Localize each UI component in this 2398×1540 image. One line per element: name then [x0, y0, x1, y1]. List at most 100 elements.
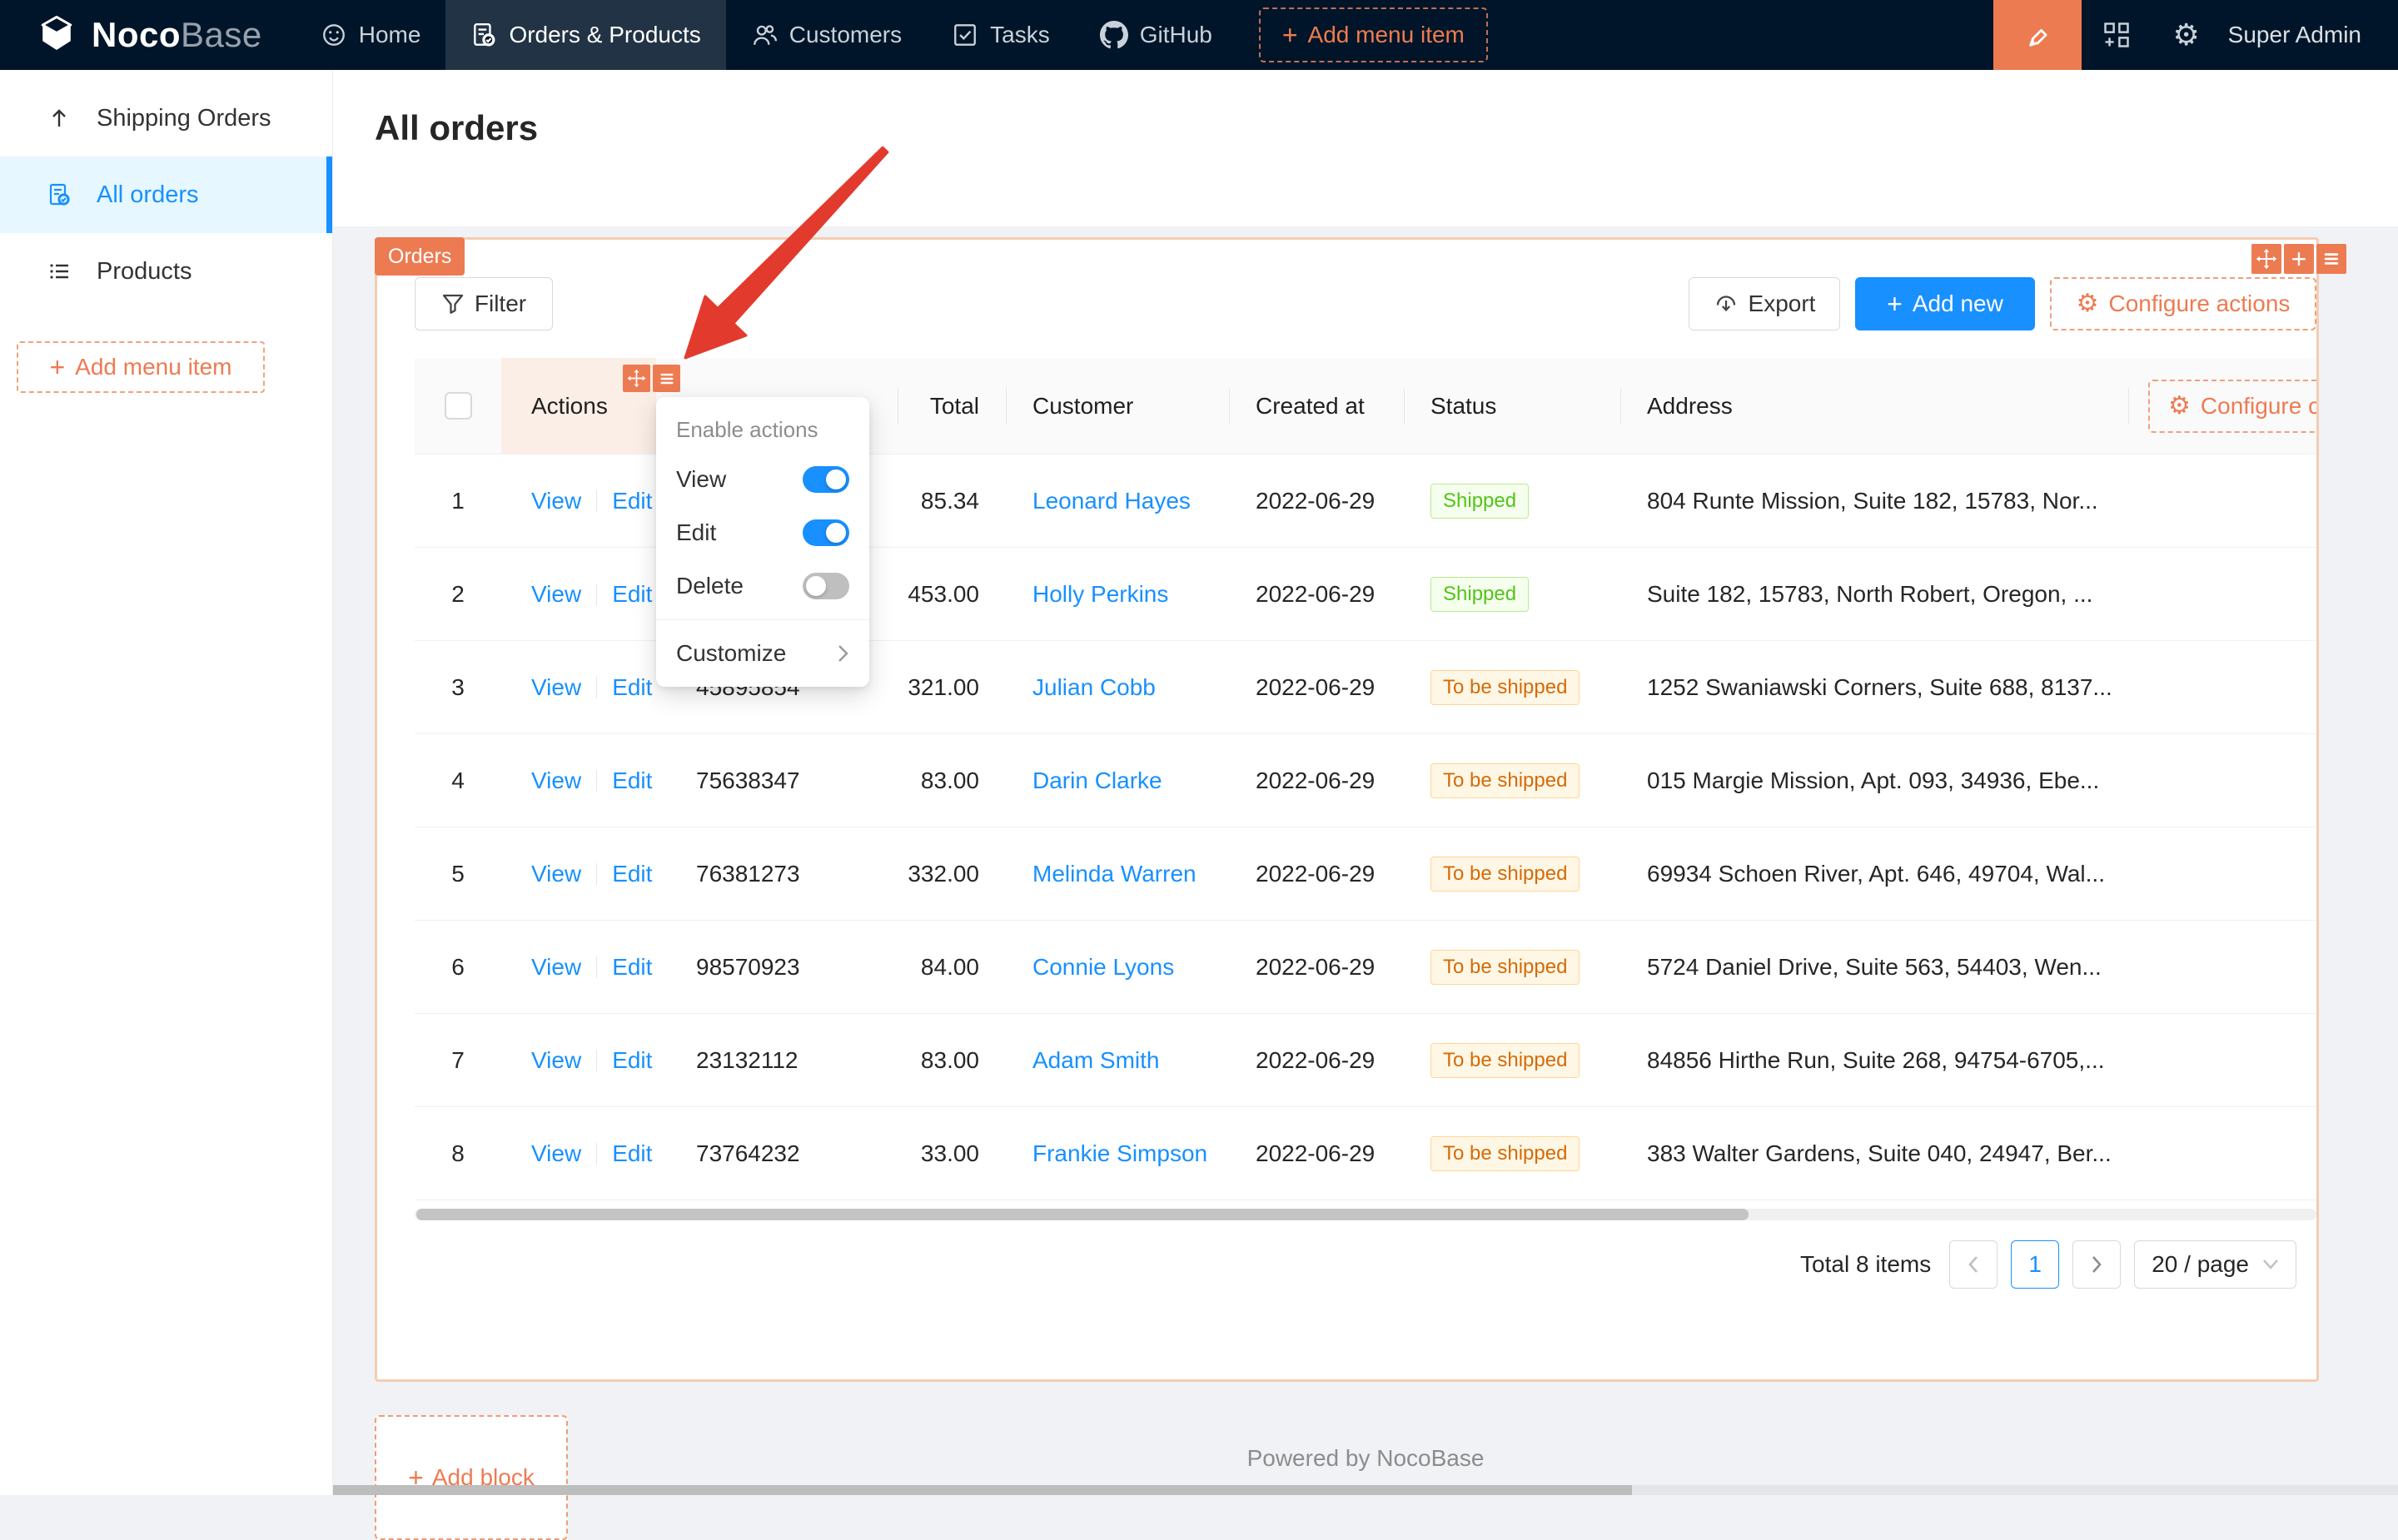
total-cell: 453.00: [898, 581, 1006, 608]
edit-link[interactable]: Edit: [612, 954, 652, 981]
edit-link[interactable]: Edit: [612, 488, 652, 514]
table-scrollbar-thumb[interactable]: [416, 1209, 1749, 1220]
action-divider: [596, 770, 597, 792]
user-menu[interactable]: Super Admin: [2221, 22, 2398, 48]
order-no-cell: 73764232: [656, 1140, 898, 1167]
view-link[interactable]: View: [531, 1140, 581, 1167]
sidebar-item-all-orders[interactable]: All orders: [0, 156, 332, 233]
status-cell: To be shipped: [1404, 670, 1620, 705]
row-index: 2: [415, 581, 501, 608]
sidebar: Shipping Orders All orders Products +: [0, 70, 333, 1495]
ui-editor-button[interactable]: [1993, 0, 2082, 70]
customer-cell: Melinda Warren: [1006, 861, 1229, 887]
edit-toggle[interactable]: [803, 519, 849, 546]
nav-item-label: GitHub: [1140, 22, 1212, 48]
view-menu-item: View: [656, 453, 869, 506]
actions-column-menu-icon[interactable]: [653, 365, 680, 392]
edit-link[interactable]: Edit: [612, 861, 652, 887]
arrow-up-icon: [47, 106, 72, 131]
pagination-next-button[interactable]: [2072, 1240, 2121, 1289]
add-new-button[interactable]: + Add new: [1855, 277, 2035, 330]
view-link[interactable]: View: [531, 581, 581, 608]
table-row: 4ViewEdit7563834783.00Darin Clarke2022-0…: [415, 734, 2316, 827]
nocobase-logo[interactable]: NocoBase: [0, 15, 296, 55]
status-badge: To be shipped: [1430, 857, 1580, 892]
status-cell: Shipped: [1404, 484, 1620, 519]
address-cell: 015 Margie Mission, Apt. 093, 34936, Ebe…: [1620, 768, 2128, 794]
address-cell: 5724 Daniel Drive, Suite 563, 54403, Wen…: [1620, 954, 2128, 981]
drag-handle-icon[interactable]: [623, 365, 650, 392]
order-no-cell: 75638347: [656, 768, 898, 794]
edit-link[interactable]: Edit: [612, 1140, 652, 1167]
download-icon: [1714, 291, 1739, 316]
edit-link[interactable]: Edit: [612, 674, 652, 701]
view-link[interactable]: View: [531, 488, 581, 514]
settings-button[interactable]: ⚙: [2152, 0, 2221, 70]
sidebar-item-shipping-orders[interactable]: Shipping Orders: [0, 80, 332, 156]
nav-item-tasks[interactable]: Tasks: [927, 0, 1075, 70]
nav-item-customers[interactable]: Customers: [726, 0, 927, 70]
page-scrollbar-thumb[interactable]: [333, 1485, 1632, 1495]
customer-link[interactable]: Connie Lyons: [1032, 954, 1174, 981]
view-link[interactable]: View: [531, 674, 581, 701]
created-at-cell: 2022-06-29: [1229, 1047, 1404, 1074]
nav-item-github[interactable]: GitHub: [1075, 0, 1237, 70]
view-link[interactable]: View: [531, 1047, 581, 1074]
view-link[interactable]: View: [531, 954, 581, 981]
action-divider: [596, 1143, 597, 1165]
view-link[interactable]: View: [531, 768, 581, 794]
nav-item-orders-products[interactable]: Orders & Products: [445, 0, 725, 70]
customer-link[interactable]: Darin Clarke: [1032, 768, 1162, 794]
action-divider: [596, 677, 597, 698]
edit-link[interactable]: Edit: [612, 1047, 652, 1074]
nav-add-menu-item-button[interactable]: + Add menu item: [1259, 7, 1488, 62]
sidebar-item-products[interactable]: Products: [0, 233, 332, 310]
status-badge: To be shipped: [1430, 950, 1580, 985]
cube-logo-icon: [37, 15, 77, 55]
total-cell: 83.00: [898, 768, 1006, 794]
pagination-page-1[interactable]: 1: [2011, 1240, 2059, 1289]
customer-link[interactable]: Frankie Simpson: [1032, 1140, 1207, 1167]
gear-icon: ⚙: [2077, 291, 2099, 316]
drag-handle-icon[interactable]: [2251, 244, 2281, 274]
pagination-prev-button[interactable]: [1949, 1240, 1998, 1289]
file-done-icon: [470, 22, 497, 48]
customer-link[interactable]: Holly Perkins: [1032, 581, 1168, 608]
status-cell: To be shipped: [1404, 1043, 1620, 1078]
customer-link[interactable]: Adam Smith: [1032, 1047, 1160, 1074]
plugin-manager-button[interactable]: [2082, 0, 2152, 70]
configure-actions-button[interactable]: ⚙ Configure actions: [2050, 277, 2316, 330]
edit-menu-item: Edit: [656, 506, 869, 559]
customer-link[interactable]: Julian Cobb: [1032, 674, 1156, 701]
nav-item-label: Home: [359, 22, 421, 48]
total-cell: 33.00: [898, 1140, 1006, 1167]
created-at-cell: 2022-06-29: [1229, 861, 1404, 887]
customer-link[interactable]: Leonard Hayes: [1032, 488, 1191, 514]
page-size-select[interactable]: 20 / page: [2134, 1240, 2296, 1289]
nav-item-home[interactable]: Home: [296, 0, 446, 70]
status-badge: To be shipped: [1430, 1136, 1580, 1171]
customize-menu-item[interactable]: Customize: [656, 627, 869, 680]
sidebar-add-menu-item-button[interactable]: + Add menu item: [17, 341, 265, 393]
block-menu-icon[interactable]: [2316, 244, 2346, 274]
filter-button[interactable]: Filter: [415, 277, 553, 330]
configure-columns-button[interactable]: ⚙ Configure columns: [2148, 380, 2316, 433]
status-cell: To be shipped: [1404, 950, 1620, 985]
export-button[interactable]: Export: [1689, 277, 1840, 330]
page-header-band: All orders: [333, 70, 2398, 226]
row-actions: View Edit: [501, 768, 656, 794]
created-at-cell: 2022-06-29: [1229, 768, 1404, 794]
view-link[interactable]: View: [531, 861, 581, 887]
view-toggle[interactable]: [803, 466, 849, 493]
orders-block-tag: Orders: [375, 237, 465, 276]
status-badge: Shipped: [1430, 577, 1529, 612]
add-block-button[interactable]: + Add block: [375, 1415, 568, 1540]
edit-link[interactable]: Edit: [612, 768, 652, 794]
edit-link[interactable]: Edit: [612, 581, 652, 608]
add-block-icon[interactable]: +: [2284, 244, 2314, 274]
address-cell: 69934 Schoen River, Apt. 646, 49704, Wal…: [1620, 861, 2128, 887]
customer-link[interactable]: Melinda Warren: [1032, 861, 1197, 887]
select-all-checkbox[interactable]: [445, 392, 472, 420]
customer-cell: Connie Lyons: [1006, 954, 1229, 981]
delete-toggle[interactable]: [803, 573, 849, 599]
